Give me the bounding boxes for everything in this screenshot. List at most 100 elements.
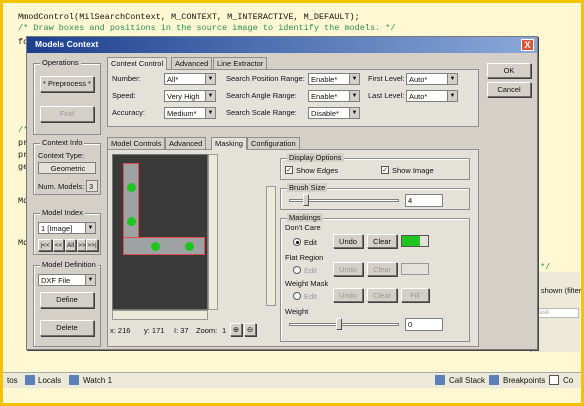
task-field[interactable]: Task	[535, 308, 579, 318]
marker-dot	[127, 217, 136, 226]
speed-select[interactable]: Very High ▼	[164, 90, 216, 102]
first-level-select[interactable]: Auto* ▼	[406, 73, 458, 85]
chevron-down-icon: ▼	[349, 74, 359, 84]
weight-thumb[interactable]	[335, 318, 342, 330]
maskings-group: Maskings Don't Care Edit Undo Clear Flat…	[280, 213, 470, 342]
search-angle-label: Search Angle Range:	[226, 91, 297, 100]
tab-watch[interactable]: Watch 1	[83, 376, 112, 385]
preprocess-button[interactable]: * Preprocess *	[40, 76, 94, 92]
context-info-label: Context Info	[40, 138, 85, 147]
model-index-label: Model Index	[40, 208, 85, 217]
intensity-value: I: 37	[174, 326, 189, 335]
model-definition-group: Model Definition DXF File ▼ Define Delete	[33, 260, 101, 347]
last-level-select[interactable]: Auto* ▼	[406, 90, 458, 102]
dialog-title: Models Context	[35, 39, 99, 49]
weight-mask-edit-radio[interactable]	[293, 292, 301, 300]
dont-care-undo-button[interactable]: Undo	[333, 234, 363, 248]
chevron-down-icon: ▼	[205, 91, 215, 101]
flat-region-edit-label: Edit	[304, 266, 317, 275]
flat-region-edit-radio[interactable]	[293, 266, 301, 274]
dont-care-edit-radio[interactable]	[293, 238, 301, 246]
nav-next-button[interactable]: >>	[77, 239, 86, 251]
dialog-titlebar[interactable]: Models Context X	[27, 37, 537, 53]
controls-scrollbar[interactable]	[266, 186, 276, 306]
dont-care-color-swatch[interactable]	[401, 235, 429, 247]
operations-label: Operations	[40, 58, 81, 67]
weight-track[interactable]	[289, 323, 399, 326]
context-control-panel: Number: All* ▼ Speed: Very High ▼ Accuracy…	[107, 69, 479, 127]
zoom-in-icon[interactable]: ⊕	[230, 323, 242, 336]
display-options-label: Display Options	[287, 153, 344, 162]
weight-label: Weight	[285, 307, 309, 316]
define-button[interactable]: Define	[40, 292, 94, 308]
tab-masking[interactable]: Masking	[211, 137, 247, 150]
call-stack-icon	[435, 375, 445, 385]
maskings-label: Maskings	[287, 213, 323, 222]
tab-breakpoints[interactable]: Breakpoints	[503, 376, 545, 385]
zoom-out-icon[interactable]: ⊖	[244, 323, 256, 336]
close-button[interactable]: X	[521, 39, 534, 51]
zoom-label: Zoom:	[196, 326, 218, 335]
filter-status: s shown (filter	[535, 286, 582, 295]
tab-locals[interactable]: Locals	[38, 376, 61, 385]
image-vertical-scrollbar[interactable]	[208, 154, 218, 310]
image-horizontal-scrollbar[interactable]	[112, 310, 208, 320]
flat-region-swatch[interactable]	[401, 263, 429, 275]
locals-icon	[25, 375, 35, 385]
dont-care-clear-button[interactable]: Clear	[367, 234, 397, 248]
tab-console[interactable]: Co	[563, 376, 573, 385]
chevron-down-icon: ▼	[205, 108, 215, 118]
brush-size-label: Brush Size	[287, 183, 328, 192]
search-position-select[interactable]: Enable* ▼	[308, 73, 360, 85]
delete-button[interactable]: Delete	[40, 320, 94, 336]
nav-all-button[interactable]: All	[65, 239, 76, 251]
number-label: Number:	[112, 74, 141, 83]
model-index-group: Model Index 1 [Image] ▼ |<< << All >> >>|	[33, 208, 101, 255]
accuracy-select[interactable]: Medium* ▼	[164, 107, 216, 119]
weight-mask-label: Weight Mask	[285, 279, 329, 288]
console-icon	[549, 375, 559, 385]
code-line: MmodControl(MilSearchContext, M_CONTEXT,…	[18, 12, 360, 22]
number-select[interactable]: All* ▼	[164, 73, 216, 85]
display-options-group: Display Options ✓ Show Edges ✓ Show Imag…	[280, 153, 470, 180]
search-scale-select[interactable]: Disable* ▼	[308, 107, 360, 119]
marker-dot	[185, 242, 194, 251]
weight-mask-fill-button[interactable]: Fill	[401, 288, 429, 302]
weight-mask-clear-button[interactable]: Clear	[367, 288, 397, 302]
show-image-checkbox[interactable]: ✓	[381, 166, 389, 174]
zoom-value: 1	[222, 326, 227, 335]
cancel-button[interactable]: Cancel	[487, 82, 531, 97]
image-view[interactable]	[112, 154, 208, 310]
nav-first-button[interactable]: |<<	[38, 239, 52, 251]
chevron-down-icon: ▼	[349, 91, 359, 101]
nav-prev-button[interactable]: <<	[53, 239, 64, 251]
last-level-label: Last Level:	[368, 91, 405, 100]
context-type-label: Context Type:	[38, 151, 85, 160]
masking-panel: x: 216 y: 171 I: 37 Zoom: 1 ⊕ ⊖ Display …	[107, 149, 479, 347]
flat-region-label: Flat Region	[285, 253, 324, 262]
breakpoints-icon	[489, 375, 499, 385]
tab-tos[interactable]: tos	[7, 376, 18, 385]
brush-size-thumb[interactable]	[302, 194, 309, 206]
nav-last-button[interactable]: >>|	[86, 239, 98, 251]
weight-mask-undo-button[interactable]: Undo	[333, 288, 363, 302]
model-index-select[interactable]: 1 [Image] ▼	[38, 222, 96, 234]
show-edges-checkbox[interactable]: ✓	[285, 166, 293, 174]
flat-region-clear-button[interactable]: Clear	[367, 262, 397, 276]
marker-dot	[151, 242, 160, 251]
brush-size-input[interactable]: 4	[405, 194, 443, 207]
chevron-down-icon: ▼	[447, 74, 457, 84]
chevron-down-icon: ▼	[447, 91, 457, 101]
flat-region-undo-button[interactable]: Undo	[333, 262, 363, 276]
weight-input[interactable]: 0	[405, 318, 443, 331]
dont-care-label: Don't Care	[285, 223, 321, 232]
ok-button[interactable]: OK	[487, 63, 531, 78]
model-definition-select[interactable]: DXF File ▼	[38, 274, 96, 286]
tab-context-control[interactable]: Context Control	[107, 57, 168, 70]
search-angle-select[interactable]: Enable* ▼	[308, 90, 360, 102]
find-button[interactable]: Find	[40, 106, 94, 122]
operations-group: Operations * Preprocess * Find	[33, 58, 101, 135]
y-coordinate: y: 171	[144, 326, 165, 335]
code-fragment: */	[540, 262, 551, 272]
tab-call-stack[interactable]: Call Stack	[449, 376, 485, 385]
